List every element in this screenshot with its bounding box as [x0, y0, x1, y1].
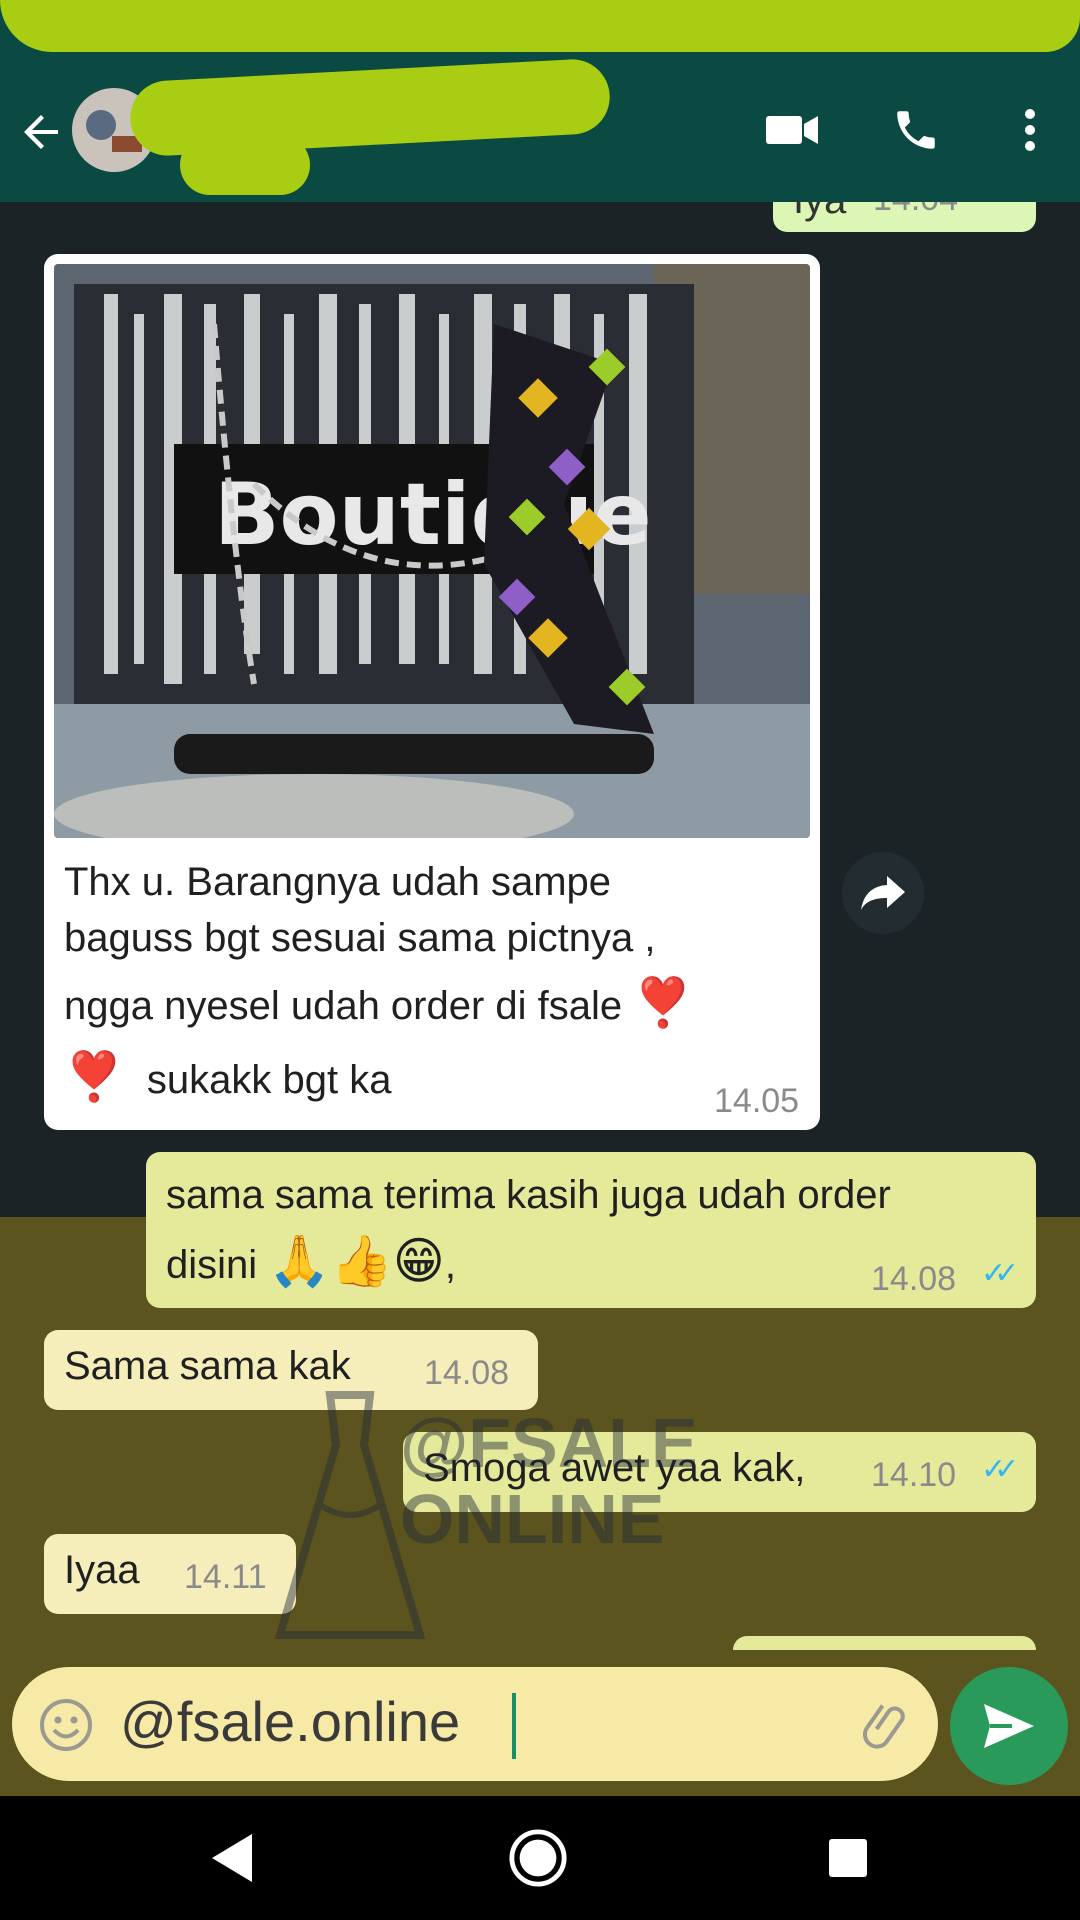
message-time: 14.08	[871, 1260, 957, 1298]
caption-line: baguss bgt sesuai sama pictnya ,	[64, 916, 656, 960]
message-time: 14.10	[871, 1456, 957, 1494]
message-input-value: @fsale.online	[120, 1690, 461, 1753]
message-photo[interactable]: Boutique	[54, 264, 810, 838]
forward-arrow-icon	[861, 876, 905, 910]
message-time: 14.04	[873, 202, 958, 219]
watermark-text: @FSALE ONLINE	[400, 1405, 698, 1557]
message-bubble-incoming[interactable]: Iyaa 14.11	[44, 1534, 296, 1614]
video-call-icon[interactable]	[762, 100, 822, 160]
message-line: disini	[166, 1243, 258, 1287]
read-ticks-icon: ✓✓	[981, 1453, 1019, 1486]
status-bar	[0, 0, 1080, 60]
emoji-group: 🙏👍😁	[268, 1233, 445, 1289]
voice-call-icon[interactable]	[886, 100, 946, 160]
caption-line: Thx u. Barangnya udah sampe	[64, 860, 612, 904]
system-navigation-bar	[0, 1796, 1080, 1920]
message-line: sama sama terima kasih juga udah order	[166, 1173, 891, 1217]
message-bubble-outgoing[interactable]: sama sama terima kasih juga udah order d…	[146, 1152, 1036, 1308]
text-caret	[512, 1693, 516, 1759]
nav-home-icon[interactable]	[508, 1828, 568, 1888]
redacted-contact-status	[180, 135, 310, 195]
watermark-line: @FSALE	[400, 1404, 698, 1482]
message-text: Iyaa	[64, 1548, 140, 1592]
message-time: 14.11	[184, 1558, 267, 1596]
heart-emoji: ❣️	[64, 1051, 124, 1104]
more-options-icon[interactable]	[1000, 100, 1060, 160]
chat-header	[0, 57, 1080, 202]
message-time: 14.05	[714, 1082, 800, 1120]
message-text: Iya	[793, 202, 846, 223]
back-arrow-icon[interactable]	[18, 108, 66, 156]
send-button[interactable]	[950, 1667, 1068, 1785]
nav-recents-icon[interactable]	[818, 1828, 878, 1888]
composer-bar: @fsale.online	[0, 1650, 1080, 1796]
redaction-scribble	[0, 0, 1080, 52]
watermark-line: ONLINE	[400, 1480, 665, 1558]
caption-line: sukakk bgt ka	[146, 1058, 392, 1102]
message-trail: ,	[444, 1243, 457, 1287]
nav-back-icon[interactable]	[202, 1828, 262, 1888]
read-ticks-icon: ✓✓	[981, 1257, 1019, 1290]
message-caption: Thx u. Barangnya udah sampe baguss bgt s…	[64, 854, 804, 1108]
message-text: sama sama terima kasih juga udah order d…	[166, 1162, 891, 1298]
message-text: Sama sama kak	[64, 1344, 351, 1388]
message-bubble-incoming-photo[interactable]: Boutique Thx u. Barangnya udah sampe bag…	[44, 254, 820, 1130]
watermark-logo: @FSALE ONLINE	[260, 1385, 740, 1645]
message-bubble-outgoing[interactable]: Iya 14.04	[773, 202, 1036, 232]
message-input[interactable]: @fsale.online	[12, 1667, 938, 1781]
heart-emoji: ❣️	[633, 977, 694, 1030]
send-icon	[984, 1704, 1034, 1748]
attach-paperclip-icon[interactable]	[860, 1697, 916, 1753]
caption-line: ngga nyesel udah order di fsale	[64, 984, 623, 1028]
forward-button[interactable]	[842, 852, 924, 934]
emoji-icon[interactable]	[38, 1697, 94, 1753]
